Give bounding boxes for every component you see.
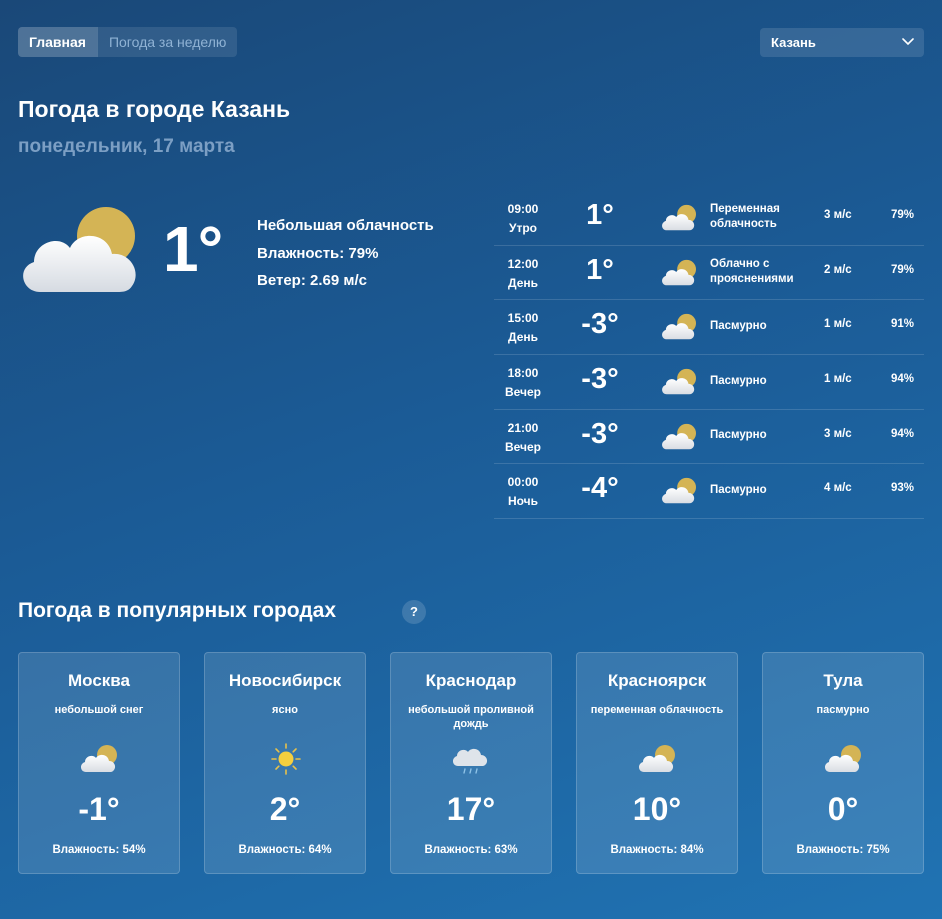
hourly-temp: -3° <box>581 417 619 450</box>
hourly-condition: Пасмурно <box>710 319 767 332</box>
city-select-value: Казань <box>771 35 816 50</box>
partly-cloudy-icon <box>23 207 136 292</box>
page-title: Погода в городе Казань <box>18 96 291 122</box>
current-temperature: 1° <box>163 213 223 285</box>
partly-cloudy-icon <box>822 742 866 776</box>
sun-icon <box>264 742 308 776</box>
city-humidity: Влажность: 64% <box>238 844 332 856</box>
hourly-row: 15:00 День -3° Пасмурно 1 м/с 91% <box>494 300 924 356</box>
city-card-tula[interactable]: Тула пасмурно 0° Влажность: 75% <box>762 652 924 874</box>
hourly-temp: -4° <box>581 472 619 505</box>
popular-cities-list: Москва небольшой снег -1° Влажность: 54%… <box>18 652 924 874</box>
city-condition: небольшой снег <box>54 704 144 716</box>
city-name: Краснодар <box>425 671 517 690</box>
hourly-wind: 2 м/с <box>824 263 852 276</box>
hourly-humidity: 79% <box>890 263 914 276</box>
rain-cloud-icon <box>450 742 494 776</box>
current-date: понедельник, 17 марта <box>18 136 235 157</box>
current-details: Небольшая облачность Влажность: 79% Вете… <box>257 212 434 295</box>
partly-cloudy-icon <box>659 311 701 343</box>
hourly-condition: Пасмурно <box>710 429 767 442</box>
partly-cloudy-icon <box>659 475 701 507</box>
popular-cities-title: Погода в популярных городах <box>18 599 337 622</box>
hourly-row: 18:00 Вечер -3° Пасмурно 1 м/с 94% <box>494 355 924 410</box>
hourly-condition: Облачно с прояснениями <box>710 257 794 285</box>
tab-home[interactable]: Главная <box>18 27 97 57</box>
city-temperature: 2° <box>269 791 301 827</box>
city-humidity: Влажность: 75% <box>796 844 890 856</box>
partly-cloudy-icon <box>78 742 122 776</box>
city-temperature: 10° <box>632 791 682 827</box>
partly-cloudy-icon <box>659 421 701 453</box>
partly-cloudy-icon <box>659 366 701 398</box>
tab-week-forecast[interactable]: Погода за неделю <box>96 27 237 57</box>
hourly-temp: 1° <box>586 253 614 286</box>
city-condition: пасмурно <box>816 704 870 716</box>
chevron-down-icon <box>902 38 914 46</box>
hourly-wind: 4 м/с <box>824 482 852 495</box>
city-temperature: 0° <box>827 791 859 827</box>
hourly-forecast: 09:00 Утро 1° Переменная облачность 3 м/с… <box>494 191 924 520</box>
current-condition: Небольшая облачность <box>257 217 434 234</box>
hourly-time: 09:00 Утро <box>507 202 539 235</box>
city-name: Москва <box>68 671 130 690</box>
hourly-time: 21:00 Вечер <box>504 420 541 454</box>
hourly-humidity: 93% <box>890 482 914 495</box>
hourly-wind: 3 м/с <box>824 209 852 221</box>
hourly-time: 12:00 День <box>507 256 539 290</box>
hourly-time: 00:00 Ночь <box>507 475 539 509</box>
hourly-row: 00:00 Ночь -4° Пасмурно 4 м/с 93% <box>494 464 924 520</box>
current-wind: Ветер: 2.69 м/с <box>257 272 367 289</box>
hourly-condition: Пасмурно <box>710 483 767 496</box>
hourly-condition: Переменная облачность <box>710 203 780 230</box>
hourly-row: 12:00 День 1° Облачно с прояснениями 2 м/… <box>494 246 924 301</box>
hourly-humidity: 79% <box>890 209 914 221</box>
hourly-temp: 1° <box>586 199 614 231</box>
hourly-condition: Пасмурно <box>710 374 767 387</box>
hourly-humidity: 91% <box>890 318 914 331</box>
city-card-novosibirsk[interactable]: Новосибирск ясно 2° Влажность: 64% <box>204 652 366 874</box>
city-condition: ясно <box>272 704 298 716</box>
hourly-time: 18:00 Вечер <box>504 366 541 400</box>
city-name: Красноярск <box>607 671 707 690</box>
city-select[interactable]: Казань <box>760 28 924 57</box>
city-humidity: Влажность: 84% <box>610 844 704 856</box>
hourly-time: 15:00 День <box>507 311 539 345</box>
help-button[interactable]: ? <box>402 600 426 624</box>
city-card-krasnoyarsk[interactable]: Красноярск переменная облачность 10° Вла… <box>576 652 738 874</box>
hourly-row: 21:00 Вечер -3° Пасмурно 3 м/с 94% <box>494 410 924 465</box>
city-name: Новосибирск <box>228 671 342 690</box>
city-temperature: -1° <box>78 791 120 827</box>
hourly-wind: 1 м/с <box>824 373 852 386</box>
partly-cloudy-icon <box>636 742 680 776</box>
city-humidity: Влажность: 63% <box>424 844 518 856</box>
city-temperature: 17° <box>446 791 496 827</box>
hourly-temp: -3° <box>581 363 619 396</box>
hourly-wind: 1 м/с <box>824 318 852 331</box>
hourly-wind: 3 м/с <box>824 427 852 440</box>
hourly-row: 09:00 Утро 1° Переменная облачность 3 м/с… <box>494 191 924 246</box>
hourly-temp: -3° <box>581 308 619 341</box>
hourly-humidity: 94% <box>890 427 914 440</box>
city-condition: небольшой проливной дождь <box>408 704 534 730</box>
city-condition: переменная облачность <box>590 704 724 716</box>
city-card-moscow[interactable]: Москва небольшой снег -1° Влажность: 54% <box>18 652 180 874</box>
partly-cloudy-icon <box>659 202 701 234</box>
city-humidity: Влажность: 54% <box>52 844 146 856</box>
city-name: Тула <box>823 671 863 690</box>
partly-cloudy-icon <box>659 257 701 289</box>
city-card-krasnodar[interactable]: Краснодар небольшой проливной дождь 17° … <box>390 652 552 874</box>
nav-tabs: Главная Погода за неделю <box>18 27 238 57</box>
hourly-humidity: 94% <box>890 373 914 386</box>
current-humidity: Влажность: 79% <box>257 244 379 262</box>
